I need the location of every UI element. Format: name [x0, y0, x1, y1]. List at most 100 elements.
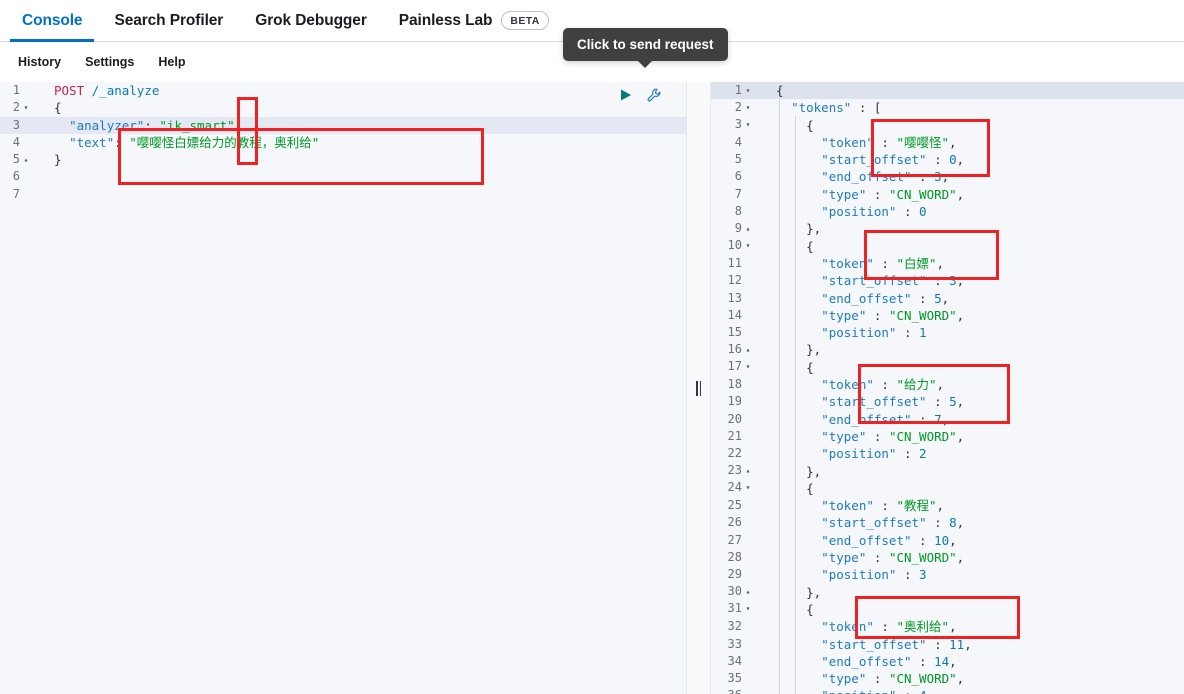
pane-splitter[interactable] [687, 82, 711, 694]
code-line: 6 [0, 168, 686, 185]
code-line: 13 "end_offset" : 5, [711, 290, 1184, 307]
code-text: }, [806, 463, 822, 479]
submenu-item-history[interactable]: History [6, 55, 73, 69]
fold-toggle-icon[interactable]: ▾ [742, 358, 754, 375]
code-line: 5 "start_offset" : 0, [711, 151, 1184, 168]
code-text: "token" : "给力", [821, 377, 945, 393]
code-line: 16 ▴ }, [711, 341, 1184, 358]
fold-toggle-icon[interactable]: ▾ [742, 116, 754, 133]
code-line: 12 "start_offset" : 3, [711, 272, 1184, 289]
line-number: 1 ▾ [711, 82, 756, 100]
code-text: "start_offset" : 11, [821, 636, 972, 652]
code-line: 3 ▾ { [711, 117, 1184, 134]
line-number: 3 ▾ [711, 116, 756, 134]
code-line: 21 "type" : "CN_WORD", [711, 428, 1184, 445]
code-text: { [806, 238, 814, 254]
line-number: 9 ▴ [711, 220, 756, 238]
line-number: 2 ▾ [711, 99, 756, 117]
fold-toggle-icon[interactable]: ▴ [742, 220, 754, 237]
code-text: { [806, 359, 814, 375]
code-text: }, [806, 342, 822, 358]
code-line: 34 "end_offset" : 14, [711, 653, 1184, 670]
code-text: "type" : "CN_WORD", [821, 671, 965, 687]
beta-badge: BETA [501, 11, 549, 30]
tab-console[interactable]: Console [6, 0, 98, 42]
code-text: { [806, 601, 814, 617]
code-text: "position" : 4 [770, 687, 1184, 694]
code-text: "type" : "CN_WORD", [821, 550, 965, 566]
code-line: 22 "position" : 2 [711, 445, 1184, 462]
wrench-icon[interactable] [644, 85, 664, 105]
code-text: "type" : "CN_WORD", [821, 186, 965, 202]
line-number: 12 [727, 273, 742, 288]
line-number: 25 [727, 498, 742, 513]
line-number: 3 [12, 117, 20, 132]
line-number: 19 [727, 394, 742, 409]
line-number: 21 [727, 428, 742, 443]
code-line: 27 "end_offset" : 10, [711, 532, 1184, 549]
line-number: 2 ▾ [0, 99, 34, 117]
code-text: "position" : 0 [821, 204, 927, 220]
code-line: 4 "text": "嘤嘤怪白嫖给力的教程，奥利给" [0, 134, 686, 151]
code-text: "text": "嘤嘤怪白嫖给力的教程，奥利给" [69, 134, 320, 150]
fold-toggle-icon[interactable]: ▾ [742, 479, 754, 496]
submenu-item-help[interactable]: Help [146, 55, 197, 69]
code-text: } [54, 152, 62, 168]
line-number: 22 [727, 446, 742, 461]
indent-guide-line [779, 99, 780, 694]
code-text: "token" : "奥利给", [821, 619, 957, 635]
code-text: { [54, 100, 62, 116]
code-line: 4 "token" : "嘤嘤怪", [711, 134, 1184, 151]
code-line: 26 "start_offset" : 8, [711, 514, 1184, 531]
request-code[interactable]: 1 POST /_analyze 2 ▾ {3 "analyzer": "ik_smar… [0, 82, 686, 203]
code-text: "analyzer": "ik_smart", [69, 117, 243, 133]
line-number: 33 [727, 636, 742, 651]
response-editor-pane[interactable]: 1 ▾ {2 ▾ "tokens" : [3 ▾ {4 "token" : "嘤嘤怪",… [711, 82, 1184, 694]
fold-toggle-icon[interactable]: ▾ [742, 99, 754, 116]
code-line: 7 [0, 186, 686, 203]
code-line: 3 "analyzer": "ik_smart", [0, 116, 686, 134]
code-line: 10 ▾ { [711, 238, 1184, 255]
code-line: 1 POST /_analyze [0, 82, 686, 99]
tab-console-label: Console [22, 11, 83, 29]
code-line: 17 ▾ { [711, 359, 1184, 376]
code-line: 2 ▾ "tokens" : [ [711, 99, 1184, 116]
code-line: 18 "token" : "给力", [711, 376, 1184, 393]
line-number: 4 [12, 134, 20, 149]
line-number: 16 ▴ [711, 341, 756, 359]
tab-grok-debugger[interactable]: Grok Debugger [239, 0, 383, 42]
submenu-item-settings[interactable]: Settings [73, 55, 146, 69]
fold-toggle-icon[interactable]: ▴ [742, 462, 754, 479]
code-text: { [776, 83, 784, 98]
code-line: 36 "position" : 4 [711, 687, 1184, 694]
line-number: 1 [12, 83, 20, 97]
code-text: "token" : "白嫖", [821, 255, 945, 271]
code-line: 33 "start_offset" : 11, [711, 636, 1184, 653]
line-number: 17 ▾ [711, 358, 756, 376]
fold-toggle-icon[interactable]: ▴ [20, 151, 32, 168]
fold-toggle-icon[interactable]: ▴ [742, 341, 754, 358]
tab-painless-lab[interactable]: Painless Lab BETA [383, 0, 565, 42]
code-text: "end_offset" : 3, [821, 169, 950, 185]
line-number: 7 [734, 186, 742, 201]
splitter-grip-icon [696, 380, 701, 396]
response-code: 1 ▾ {2 ▾ "tokens" : [3 ▾ {4 "token" : "嘤嘤怪",… [711, 82, 1184, 694]
code-line: 6 "end_offset" : 3, [711, 168, 1184, 185]
fold-toggle-icon[interactable]: ▾ [742, 82, 754, 99]
line-number: 20 [727, 411, 742, 426]
request-editor-pane[interactable]: 1 POST /_analyze 2 ▾ {3 "analyzer": "ik_smar… [0, 82, 687, 694]
line-number: 30 ▴ [711, 583, 756, 601]
play-icon[interactable] [616, 85, 636, 105]
code-text: "end_offset" : 7, [821, 411, 950, 427]
tab-search-profiler[interactable]: Search Profiler [98, 0, 239, 42]
code-text: "position" : 2 [821, 446, 927, 462]
fold-toggle-icon[interactable]: ▾ [742, 237, 754, 254]
fold-toggle-icon[interactable]: ▴ [742, 583, 754, 600]
fold-toggle-icon[interactable]: ▾ [742, 600, 754, 617]
code-line: 35 "type" : "CN_WORD", [711, 670, 1184, 687]
kibana-devtools-console: Console Search Profiler Grok Debugger Pa… [0, 0, 1184, 694]
code-line: 19 "start_offset" : 5, [711, 393, 1184, 410]
code-text: }, [806, 584, 822, 600]
code-line: 30 ▴ }, [711, 584, 1184, 601]
fold-toggle-icon[interactable]: ▾ [20, 99, 32, 116]
